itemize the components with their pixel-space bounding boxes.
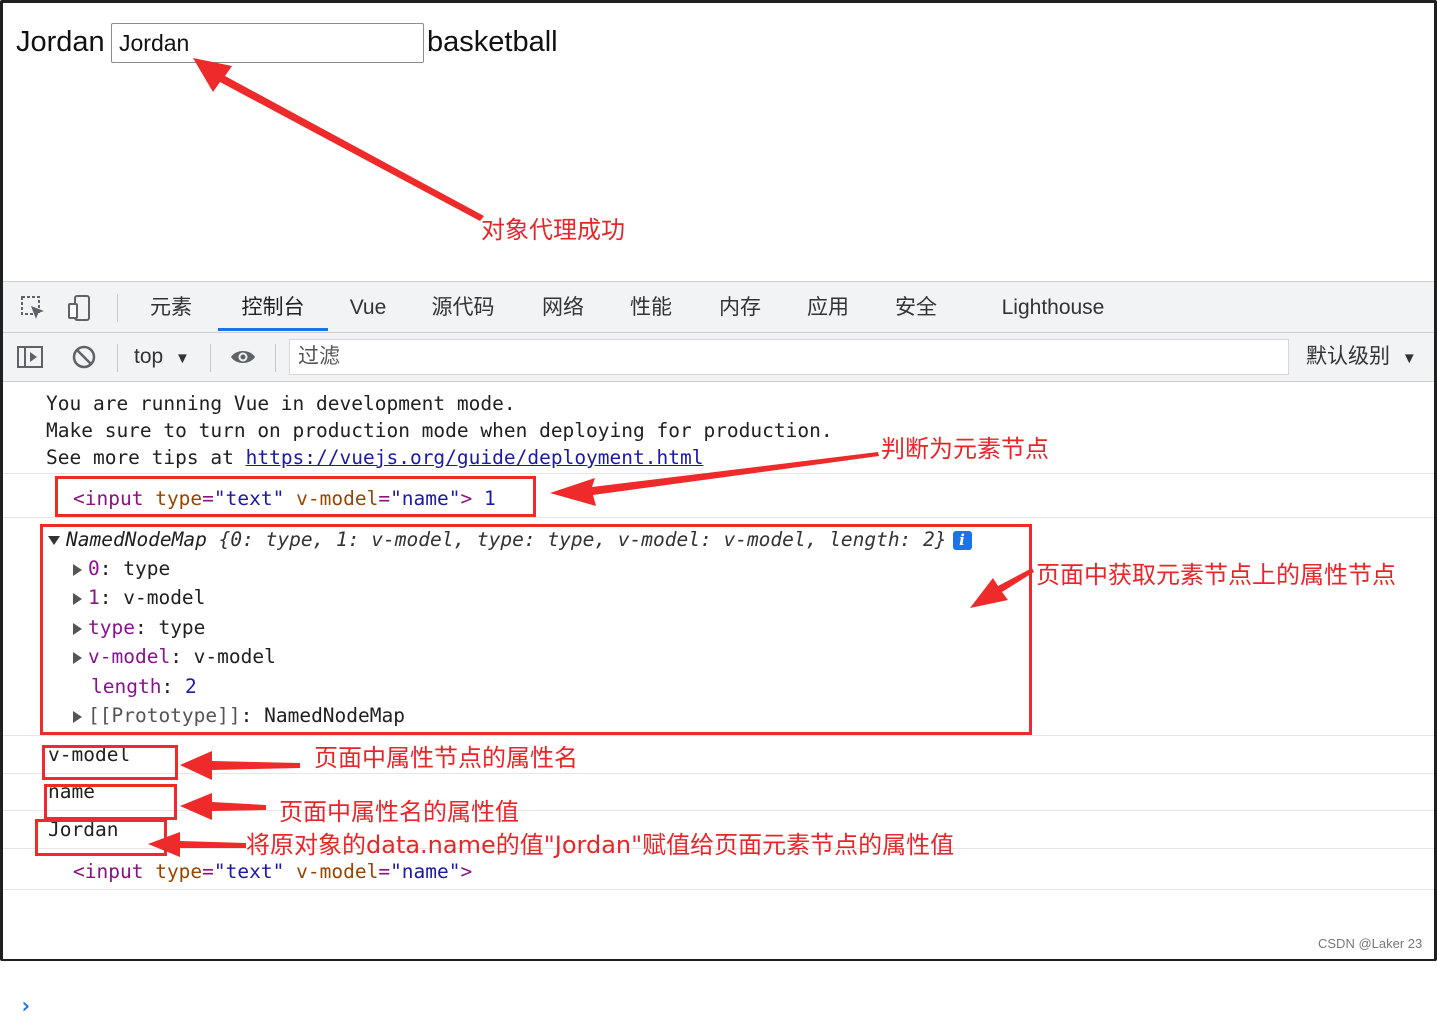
namednodemap-entry[interactable]: v-model: v-model (73, 643, 276, 670)
element-attr1-value: "text" (213, 487, 285, 510)
toolbar-divider (275, 344, 276, 372)
attr-value-log: name (48, 780, 95, 803)
watermark: CSDN @Laker 23 (1318, 936, 1423, 951)
dropdown-caret-icon: ▼ (1401, 350, 1417, 367)
element-attr2-value: "name" (390, 860, 461, 883)
data-value-log: Jordan (48, 818, 119, 841)
element-tag-open: <input (73, 487, 144, 510)
element-attr2-value: "name" (390, 487, 461, 510)
console-toolbar: top ▼ 默认级别 ▼ (3, 333, 1434, 382)
namednodemap-name: NamedNodeMap (66, 528, 207, 551)
inspect-element-icon[interactable] (19, 294, 47, 322)
name-input[interactable] (111, 23, 424, 63)
deployment-link[interactable]: https://vuejs.org/guide/deployment.html (246, 446, 704, 469)
tab-security[interactable]: 安全 (881, 282, 951, 331)
final-element-log[interactable]: <input type="text" v-model="name"> (73, 858, 472, 885)
dropdown-caret-icon: ▼ (175, 350, 190, 367)
collapse-triangle-icon (73, 563, 82, 576)
devtools-tabbar: 元素 控制台 Vue 源代码 网络 性能 内存 应用 安全 Lighthouse (3, 282, 1434, 333)
element-attr1-name: type (155, 487, 203, 510)
clear-console-icon[interactable] (70, 343, 98, 371)
context-selector[interactable]: top ▼ (134, 342, 190, 372)
prompt-chevron-icon[interactable]: › (19, 994, 32, 1019)
attr-name-log: v-model (48, 743, 131, 766)
console-row-divider (3, 810, 1434, 811)
prototype-value: NamedNodeMap (264, 704, 405, 727)
element-attr2-name: v-model (296, 487, 379, 510)
console-row-divider (3, 773, 1434, 774)
collapse-triangle-icon (73, 592, 82, 605)
vue-dev-notice-line3: See more tips at https://vuejs.org/guide… (46, 444, 703, 471)
console-row-divider (3, 735, 1434, 736)
tab-vue[interactable]: Vue (338, 282, 398, 331)
expand-triangle-icon (48, 536, 60, 545)
entry-value: v-model (123, 586, 206, 609)
namednodemap-entry[interactable]: 1: v-model (73, 584, 205, 611)
console-output: You are running Vue in development mode.… (3, 382, 1434, 1019)
info-icon[interactable]: i (952, 531, 972, 550)
namednodemap-entry[interactable]: type: type (73, 614, 205, 641)
log-levels-label: 默认级别 (1306, 345, 1390, 368)
tab-lighthouse[interactable]: Lighthouse (993, 282, 1113, 331)
tips-prefix: See more tips at (46, 446, 246, 469)
namednodemap-body: {0: type, 1: v-model, type: type, v-mode… (218, 528, 947, 551)
element-log-count: 1 (484, 487, 496, 510)
vue-dev-notice-line2: Make sure to turn on production mode whe… (46, 419, 833, 442)
tabbar-divider (117, 294, 118, 322)
toolbar-divider (210, 344, 211, 372)
element-tag-close: > (460, 487, 473, 510)
prototype-key: [[Prototype]] (88, 704, 241, 727)
entry-key: v-model (88, 645, 171, 668)
eye-icon[interactable] (229, 343, 257, 371)
context-selector-value: top (134, 345, 164, 368)
namednodemap-summary[interactable]: NamedNodeMap {0: type, 1: v-model, type:… (48, 526, 972, 553)
tab-console[interactable]: 控制台 (218, 282, 328, 331)
element-attr1-name: type (155, 860, 203, 883)
filter-input[interactable] (289, 339, 1289, 375)
toolbar-divider (117, 344, 118, 372)
hobby-label: basketball (427, 26, 558, 58)
tab-performance[interactable]: 性能 (616, 282, 686, 331)
collapse-triangle-icon (73, 651, 82, 664)
note-proxy-success: 对象代理成功 (481, 216, 625, 244)
length-key: length (91, 675, 162, 698)
vue-dev-notice-line1: You are running Vue in development mode. (46, 392, 516, 415)
entry-value: type (158, 616, 206, 639)
entry-value: v-model (193, 645, 276, 668)
collapse-triangle-icon (73, 622, 82, 635)
note-assign-value: 将原对象的data.name的值"Jordan"赋值给页面元素节点的属性值 (246, 831, 955, 859)
element-attr2-name: v-model (296, 860, 379, 883)
entry-key: type (88, 616, 135, 639)
entry-key: 0 (88, 557, 100, 580)
rendered-page: Jordan basketball (3, 3, 1434, 281)
device-toolbar-icon[interactable] (66, 294, 94, 322)
namednodemap-entry[interactable]: 0: type (73, 555, 170, 582)
console-row-divider (3, 889, 1434, 890)
element-tag-close: > (460, 860, 473, 883)
note-get-attr-nodes: 页面中获取元素节点上的属性节点 (1036, 561, 1396, 589)
tab-elements[interactable]: 元素 (136, 282, 206, 331)
console-row-divider (3, 517, 1434, 518)
collapse-triangle-icon (73, 710, 82, 723)
tab-memory[interactable]: 内存 (705, 282, 775, 331)
entry-value: type (123, 557, 171, 580)
namednodemap-length: length: 2 (91, 675, 197, 698)
element-tag-open: <input (73, 860, 144, 883)
console-row-divider (3, 473, 1434, 474)
note-attr-value: 页面中属性名的属性值 (279, 798, 519, 826)
namednodemap-prototype[interactable]: [[Prototype]]: NamedNodeMap (73, 702, 405, 729)
entry-key: 1 (88, 586, 100, 609)
tab-sources[interactable]: 源代码 (418, 282, 508, 331)
tab-network[interactable]: 网络 (528, 282, 598, 331)
length-value: 2 (184, 675, 197, 698)
note-attr-name: 页面中属性节点的属性名 (314, 744, 578, 772)
name-label: Jordan (16, 26, 105, 58)
log-levels-dropdown[interactable]: 默认级别 ▼ (1306, 342, 1417, 372)
tab-application[interactable]: 应用 (793, 282, 863, 331)
element-attr1-value: "text" (213, 860, 285, 883)
sidebar-toggle-icon[interactable] (16, 343, 44, 371)
note-is-element-node: 判断为元素节点 (881, 435, 1049, 463)
element-log[interactable]: <input type="text" v-model="name"> 1 (73, 485, 496, 512)
